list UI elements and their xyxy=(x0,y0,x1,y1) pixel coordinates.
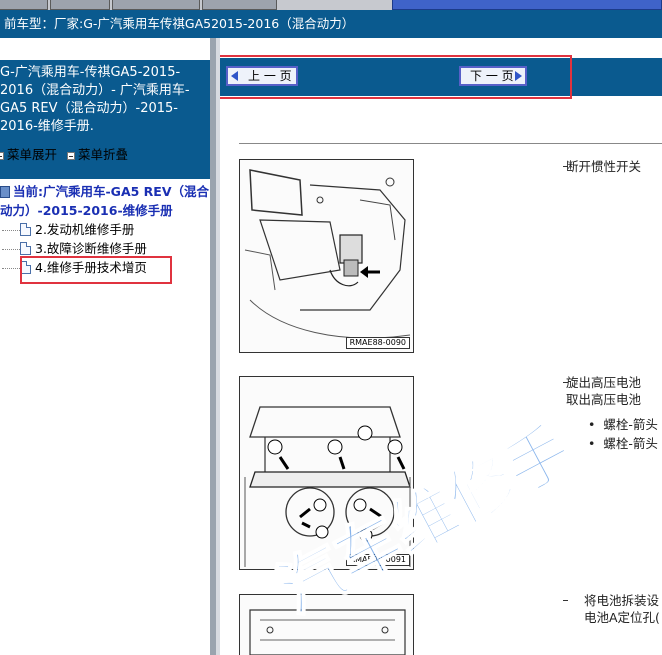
section-rule xyxy=(239,143,662,144)
menu-expand-link[interactable]: 菜单展开 xyxy=(7,147,57,162)
tree-connector xyxy=(2,249,20,250)
toolbar-tab[interactable] xyxy=(202,0,277,10)
dash-marker xyxy=(563,600,568,601)
tree-root[interactable]: 当前:广汽乘用车-GA5 REV（混合 动力）-2015-2016-维修手册 xyxy=(0,182,210,220)
expand-icon[interactable] xyxy=(0,151,4,160)
illustration-inertia-switch xyxy=(240,160,413,352)
menu-collapse-link[interactable]: 菜单折叠 xyxy=(78,147,128,162)
figure-inertia-switch: RMAE88-0090 xyxy=(239,159,414,353)
step-remove-battery-line1: 旋出高压电池 xyxy=(566,375,642,390)
sidebar: G-广汽乘用车-传祺GA5-2015- 2016（混合动力）- 广汽乘用车- G… xyxy=(0,38,210,655)
document-icon xyxy=(20,242,31,255)
document-icon xyxy=(20,223,31,236)
menu-toggle-row: 菜单展开 菜单折叠 xyxy=(0,146,138,164)
collapse-icon[interactable] xyxy=(67,151,76,160)
highlight-box-tree-item xyxy=(20,256,172,284)
bullet-dot: • xyxy=(588,417,596,432)
toolbar-tab[interactable] xyxy=(112,0,200,10)
tree-connector xyxy=(2,268,20,269)
toolbar-tab[interactable] xyxy=(0,0,48,10)
figure-code: RMAE88-0090 xyxy=(345,337,410,349)
top-toolbar-strip xyxy=(0,0,662,10)
vehicle-title-bar: 前车型：厂家:G-广汽乘用车传祺GA52015-2016（混合动力） xyxy=(0,10,662,38)
bullet-item: • 螺栓-箭头 xyxy=(588,416,658,433)
toolbar-tab[interactable] xyxy=(50,0,110,10)
bullet-text: 螺栓-箭头 xyxy=(603,417,658,432)
sidebar-spacer xyxy=(0,38,210,60)
bullet-item: • 螺栓-箭头 xyxy=(588,435,658,452)
toolbar-tab-active[interactable] xyxy=(392,0,662,10)
tree-root-label: 当前:广汽乘用车-GA5 REV（混合 动力）-2015-2016-维修手册 xyxy=(0,184,210,218)
tree-item-label: 2.发动机维修手册 xyxy=(35,222,135,237)
step-lift-line2: 电池A定位孔( xyxy=(584,610,660,625)
tree-item-engine[interactable]: 2.发动机维修手册 xyxy=(0,220,134,239)
step-lift-line1: 将电池拆装设 xyxy=(584,593,660,608)
highlight-box-nav xyxy=(220,55,572,99)
tree-item-label: 3.故障诊断维修手册 xyxy=(35,241,147,256)
tree-connector xyxy=(2,230,20,231)
folder-icon xyxy=(0,186,10,198)
step-remove-battery-line2: 取出高压电池 xyxy=(566,392,642,407)
bullet-text: 螺栓-箭头 xyxy=(603,436,658,451)
step-disconnect-inertia: 断开惯性开关 xyxy=(566,159,642,174)
bullet-dot: • xyxy=(588,436,596,451)
